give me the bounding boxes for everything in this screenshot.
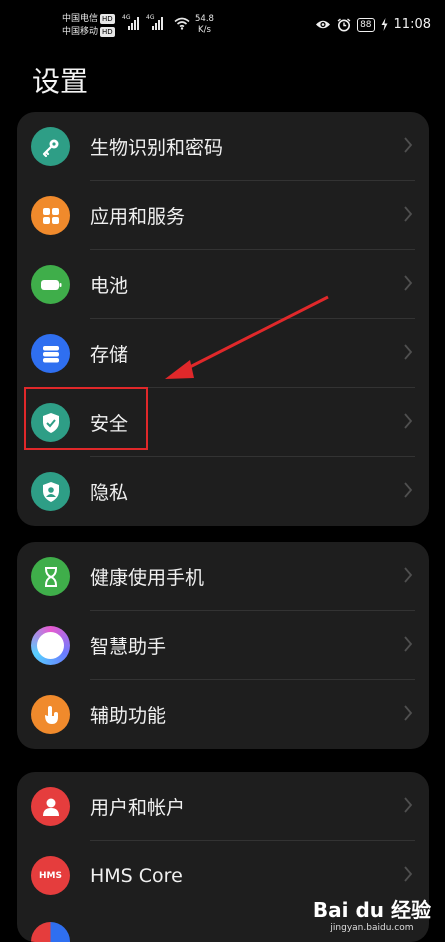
alarm-icon: [337, 17, 351, 31]
user-icon: [31, 787, 70, 826]
settings-item-label: 生物识别和密码: [90, 137, 224, 159]
page-title: 设置: [32, 65, 89, 98]
network-speed: 54.8 K/s: [195, 14, 214, 36]
settings-item-battery[interactable]: 电池: [17, 250, 429, 319]
privacy-icon: [31, 472, 70, 511]
chevron-right-icon: [404, 413, 413, 429]
wifi-icon: [174, 17, 190, 30]
carrier-info: 中国电信 HD 中国移动 HD: [62, 13, 115, 39]
watermark-sub: jingyan.baidu.com: [330, 923, 414, 933]
settings-item-label: 健康使用手机: [90, 567, 205, 589]
carrier-2: 中国移动: [62, 27, 99, 37]
settings-item-label: 辅助功能: [90, 705, 167, 727]
speed-value: 54.8: [195, 14, 214, 24]
settings-item-biometrics[interactable]: 生物识别和密码: [17, 112, 429, 181]
chevron-right-icon: [404, 705, 413, 721]
charging-icon: [381, 18, 388, 31]
settings-item-users[interactable]: 用户和帐户: [17, 772, 429, 841]
clock: 11:08: [393, 17, 431, 32]
signal-icon: 4G: [122, 14, 139, 30]
chevron-right-icon: [404, 797, 413, 813]
partial-item-icon: [31, 922, 70, 942]
chevron-right-icon: [404, 275, 413, 291]
chevron-right-icon: [404, 567, 413, 583]
hd-badge: HD: [100, 26, 115, 37]
battery-level: 88: [357, 17, 375, 32]
settings-item-label: HMS Core: [90, 864, 183, 887]
hourglass-icon: [31, 557, 70, 596]
status-right: 88 11:08: [315, 17, 431, 32]
hd-badge: HD: [100, 13, 115, 24]
chevron-right-icon: [404, 137, 413, 153]
assistant-icon: [31, 626, 70, 665]
chevron-right-icon: [404, 206, 413, 222]
chevron-right-icon: [404, 482, 413, 498]
settings-item-accessibility[interactable]: 辅助功能: [17, 680, 429, 749]
settings-item-storage[interactable]: 存储: [17, 319, 429, 388]
baidu-watermark: Bai du 经验 jingyan.baidu.com: [313, 894, 431, 933]
settings-item-label: 存储: [90, 344, 129, 366]
storage-icon: [31, 334, 70, 373]
highlight-box: [24, 387, 148, 450]
settings-group-1: 生物识别和密码 应用和服务 电池 存储 安全 隐私: [17, 112, 429, 526]
status-bar: 中国电信 HD 中国移动 HD 4G 4G 54.8 K/s 88 11:08: [0, 0, 445, 50]
settings-item-label: 用户和帐户: [90, 797, 186, 819]
chevron-right-icon: [404, 344, 413, 360]
hms-icon-text: HMS: [39, 870, 62, 881]
settings-item-label: 隐私: [90, 482, 129, 504]
settings-item-label: 智慧助手: [90, 636, 167, 658]
carrier-1: 中国电信: [62, 14, 99, 24]
apps-icon: [31, 196, 70, 235]
settings-group-2: 健康使用手机 智慧助手 辅助功能: [17, 542, 429, 749]
key-icon: [31, 127, 70, 166]
hms-icon: HMS: [31, 856, 70, 895]
eye-icon: [316, 20, 331, 29]
watermark-main: Bai du 经验: [312, 898, 431, 922]
settings-item-apps[interactable]: 应用和服务: [17, 181, 429, 250]
settings-item-label: 应用和服务: [90, 206, 186, 228]
network-type: 4G: [146, 14, 155, 21]
signal-icon: 4G: [146, 14, 163, 30]
network-type: 4G: [122, 14, 131, 21]
settings-item-assistant[interactable]: 智慧助手: [17, 611, 429, 680]
settings-item-privacy[interactable]: 隐私: [17, 457, 429, 526]
speed-unit: K/s: [198, 25, 211, 35]
hand-icon: [31, 695, 70, 734]
battery-icon: [31, 265, 70, 304]
settings-item-label: 电池: [90, 275, 129, 297]
chevron-right-icon: [404, 866, 413, 882]
settings-item-digital-balance[interactable]: 健康使用手机: [17, 542, 429, 611]
chevron-right-icon: [404, 636, 413, 652]
